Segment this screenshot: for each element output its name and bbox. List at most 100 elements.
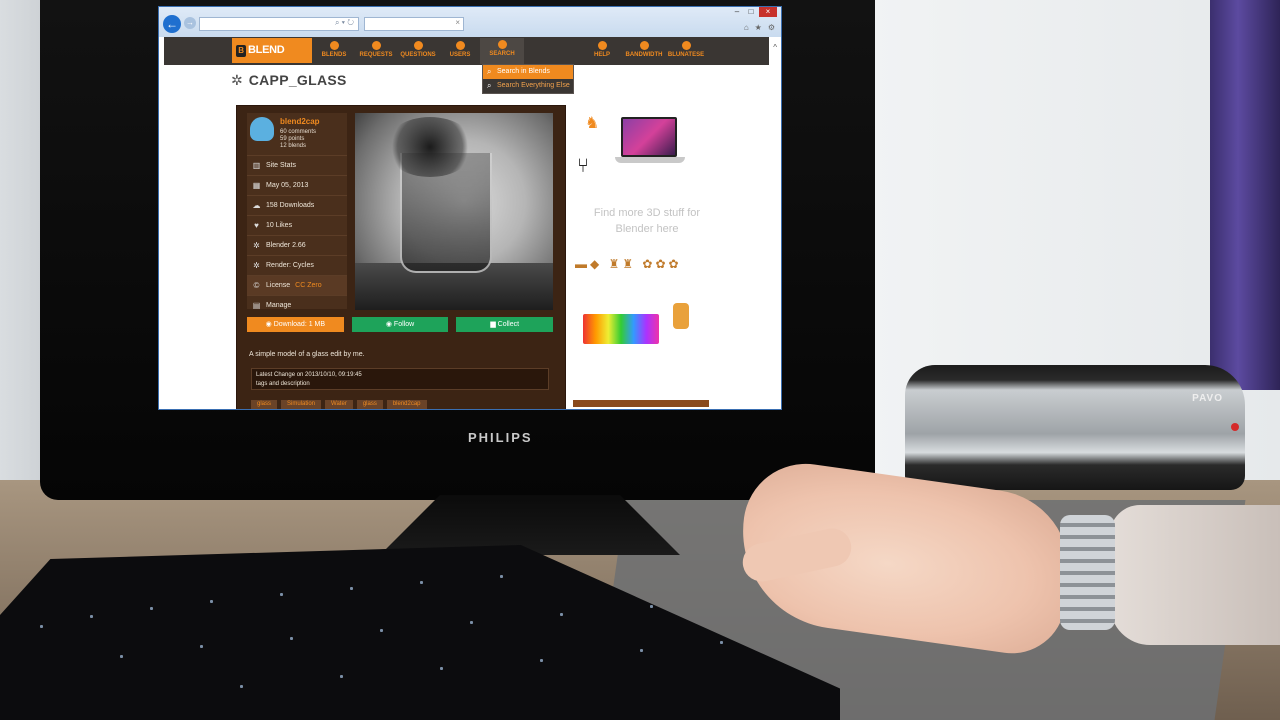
- stat-label: Site Stats: [266, 162, 296, 169]
- stat-label: Render: Cycles: [266, 262, 314, 269]
- nav-questions[interactable]: QUESTIONS: [396, 39, 440, 58]
- stat-label: 10 Likes: [266, 222, 293, 229]
- heart-icon: ♥: [254, 221, 259, 230]
- ad-bottom-strip: [573, 400, 709, 407]
- browser-window: ← → ⌕ ▾ ↻ × – □ × ⌂ ★ ⚙ B BLEND SWAP BLEN…: [158, 6, 782, 410]
- laminator-brand: PAVO: [1192, 393, 1223, 404]
- action-buttons: ◉ Download: 1 MB ◉ Follow ▆ Collect: [247, 317, 554, 332]
- tag[interactable]: glass: [356, 400, 383, 409]
- nav-label: SEARCH: [489, 51, 515, 57]
- tag-list: glass Simulation Water glass blend2cap: [251, 400, 427, 409]
- tag[interactable]: blend2cap: [386, 400, 427, 409]
- maximize-button[interactable]: □: [745, 7, 757, 17]
- uploader-points: 59 points: [280, 136, 305, 142]
- manage-link[interactable]: ▤ Manage: [247, 295, 347, 315]
- tag[interactable]: Water: [325, 400, 353, 409]
- folder-icon: ▆: [490, 321, 498, 328]
- address-bar[interactable]: ⌕ ▾ ↻: [199, 17, 359, 31]
- blend-panel: blend2cap 60 comments 59 points 12 blend…: [236, 105, 566, 409]
- calendar-icon: ▦: [252, 181, 261, 190]
- blendswap-logo[interactable]: B BLEND SWAP: [232, 38, 312, 81]
- photo-scene: PAVO PHILIPS ← → ⌕ ▾ ↻ × – □ × ⌂ ★ ⚙ B B…: [0, 0, 1280, 720]
- nav-user-account[interactable]: BLUNATESE: [664, 39, 708, 58]
- favorites-icon[interactable]: ★: [755, 23, 762, 32]
- laptop-model-image: [621, 117, 677, 157]
- license-row[interactable]: © License CC Zero: [247, 275, 347, 295]
- nav-blends[interactable]: BLENDS: [312, 39, 356, 58]
- chair-model-icon: ⑂: [577, 155, 589, 177]
- blender-icon: ✲: [253, 241, 260, 250]
- site-nav: B BLEND SWAP BLENDS REQUESTS QUESTIONS US…: [164, 37, 769, 81]
- window-controls: – □ ×: [731, 7, 777, 17]
- cloud-download-icon: ☁: [252, 201, 261, 210]
- scroll-up-arrow[interactable]: ^: [773, 43, 777, 52]
- tab-close-icon[interactable]: ×: [455, 18, 460, 27]
- uploader-name[interactable]: blend2cap: [280, 117, 320, 126]
- manage-label: Manage: [266, 302, 292, 309]
- laminator: PAVO: [905, 365, 1245, 490]
- latest-change-box: Latest Change on 2013/10/10, 09:19:45 ta…: [251, 368, 549, 390]
- minimize-button[interactable]: –: [731, 7, 743, 17]
- browser-toolbar: ← → ⌕ ▾ ↻ × – □ × ⌂ ★ ⚙: [159, 7, 781, 37]
- nav-label: BANDWIDTH: [625, 52, 663, 58]
- avatar[interactable]: [250, 117, 274, 141]
- help-icon: [597, 41, 607, 50]
- nav-search[interactable]: SEARCH: [480, 38, 524, 64]
- blender-version: ✲ Blender 2.66: [247, 235, 347, 255]
- follow-button[interactable]: ◉ Follow: [351, 317, 449, 332]
- stat-label: May 05, 2013: [266, 182, 309, 189]
- page-title: CAPP_GLASS: [248, 72, 347, 88]
- users-icon: [455, 41, 465, 50]
- search-everything-else-item[interactable]: Search Everything Else: [483, 79, 573, 93]
- nav-label: BLUNATESE: [667, 52, 705, 58]
- follow-label: Follow: [393, 321, 415, 328]
- home-icon[interactable]: ⌂: [744, 23, 749, 32]
- nav-requests[interactable]: REQUESTS: [354, 39, 398, 58]
- upload-date: ▦ May 05, 2013: [247, 175, 347, 195]
- browser-tab[interactable]: ×: [364, 17, 464, 31]
- close-button[interactable]: ×: [759, 7, 777, 17]
- uploader-card: blend2cap 60 comments 59 points 12 blend…: [247, 113, 347, 155]
- download-label: Download: 1 MB: [273, 321, 326, 328]
- browser-tool-icons: ⌂ ★ ⚙: [744, 23, 775, 32]
- latest-change-detail: tags and description: [256, 381, 310, 387]
- ad-text: Find more 3D stuff for Blender here: [593, 207, 701, 235]
- nav-label: HELP: [593, 52, 610, 58]
- advertisement[interactable]: ♞ ⑂ Find more 3D stuff for Blender here …: [573, 107, 721, 407]
- nav-bandwidth[interactable]: BANDWIDTH: [622, 39, 666, 58]
- wristwatch: [1060, 515, 1115, 630]
- render-engine: ✲ Render: Cycles: [247, 255, 347, 275]
- blend-icon: [329, 41, 339, 50]
- giraffe-model-icon: ♞: [585, 115, 600, 132]
- model-thumbnails: ▬◆ ♜♜ ✿✿✿: [575, 257, 682, 271]
- latest-change-line: Latest Change on 2013/10/10, 09:19:45: [256, 372, 362, 378]
- tag[interactable]: glass: [251, 400, 278, 409]
- nav-label: BLENDS: [321, 52, 347, 58]
- render-icon: ✲: [253, 261, 260, 270]
- license-label: License: [266, 282, 291, 289]
- license-value[interactable]: CC Zero: [295, 282, 321, 289]
- search-in-blends-item[interactable]: Search in Blends: [483, 65, 573, 79]
- collect-button[interactable]: ▆ Collect: [456, 317, 554, 332]
- nav-help[interactable]: HELP: [580, 39, 624, 58]
- settings-gear-icon[interactable]: ⚙: [768, 23, 775, 32]
- back-button[interactable]: ←: [163, 15, 181, 33]
- blend-title-row: ✲ CAPP_GLASS: [231, 71, 347, 89]
- nav-users[interactable]: USERS: [438, 39, 482, 58]
- download-button[interactable]: ◉ Download: 1 MB: [247, 317, 344, 332]
- blend-preview-image[interactable]: [355, 113, 553, 310]
- preview-splash: [385, 117, 475, 177]
- collect-label: Collect: [497, 321, 520, 328]
- site-stats-link[interactable]: ▥ Site Stats: [247, 155, 347, 175]
- license-icon: ©: [253, 281, 260, 290]
- tag[interactable]: Simulation: [281, 400, 322, 409]
- sleeve: [1110, 505, 1280, 645]
- uploader-comments: 60 comments: [280, 129, 317, 135]
- can-model-image: [673, 303, 689, 329]
- monitor-brand: PHILIPS: [468, 430, 533, 445]
- forward-button[interactable]: →: [184, 17, 196, 29]
- address-bar-icons[interactable]: ⌕ ▾ ↻: [335, 18, 354, 28]
- user-icon: [681, 41, 691, 50]
- bandwidth-icon: [639, 41, 649, 50]
- uploader-blends: 12 blends: [280, 143, 307, 149]
